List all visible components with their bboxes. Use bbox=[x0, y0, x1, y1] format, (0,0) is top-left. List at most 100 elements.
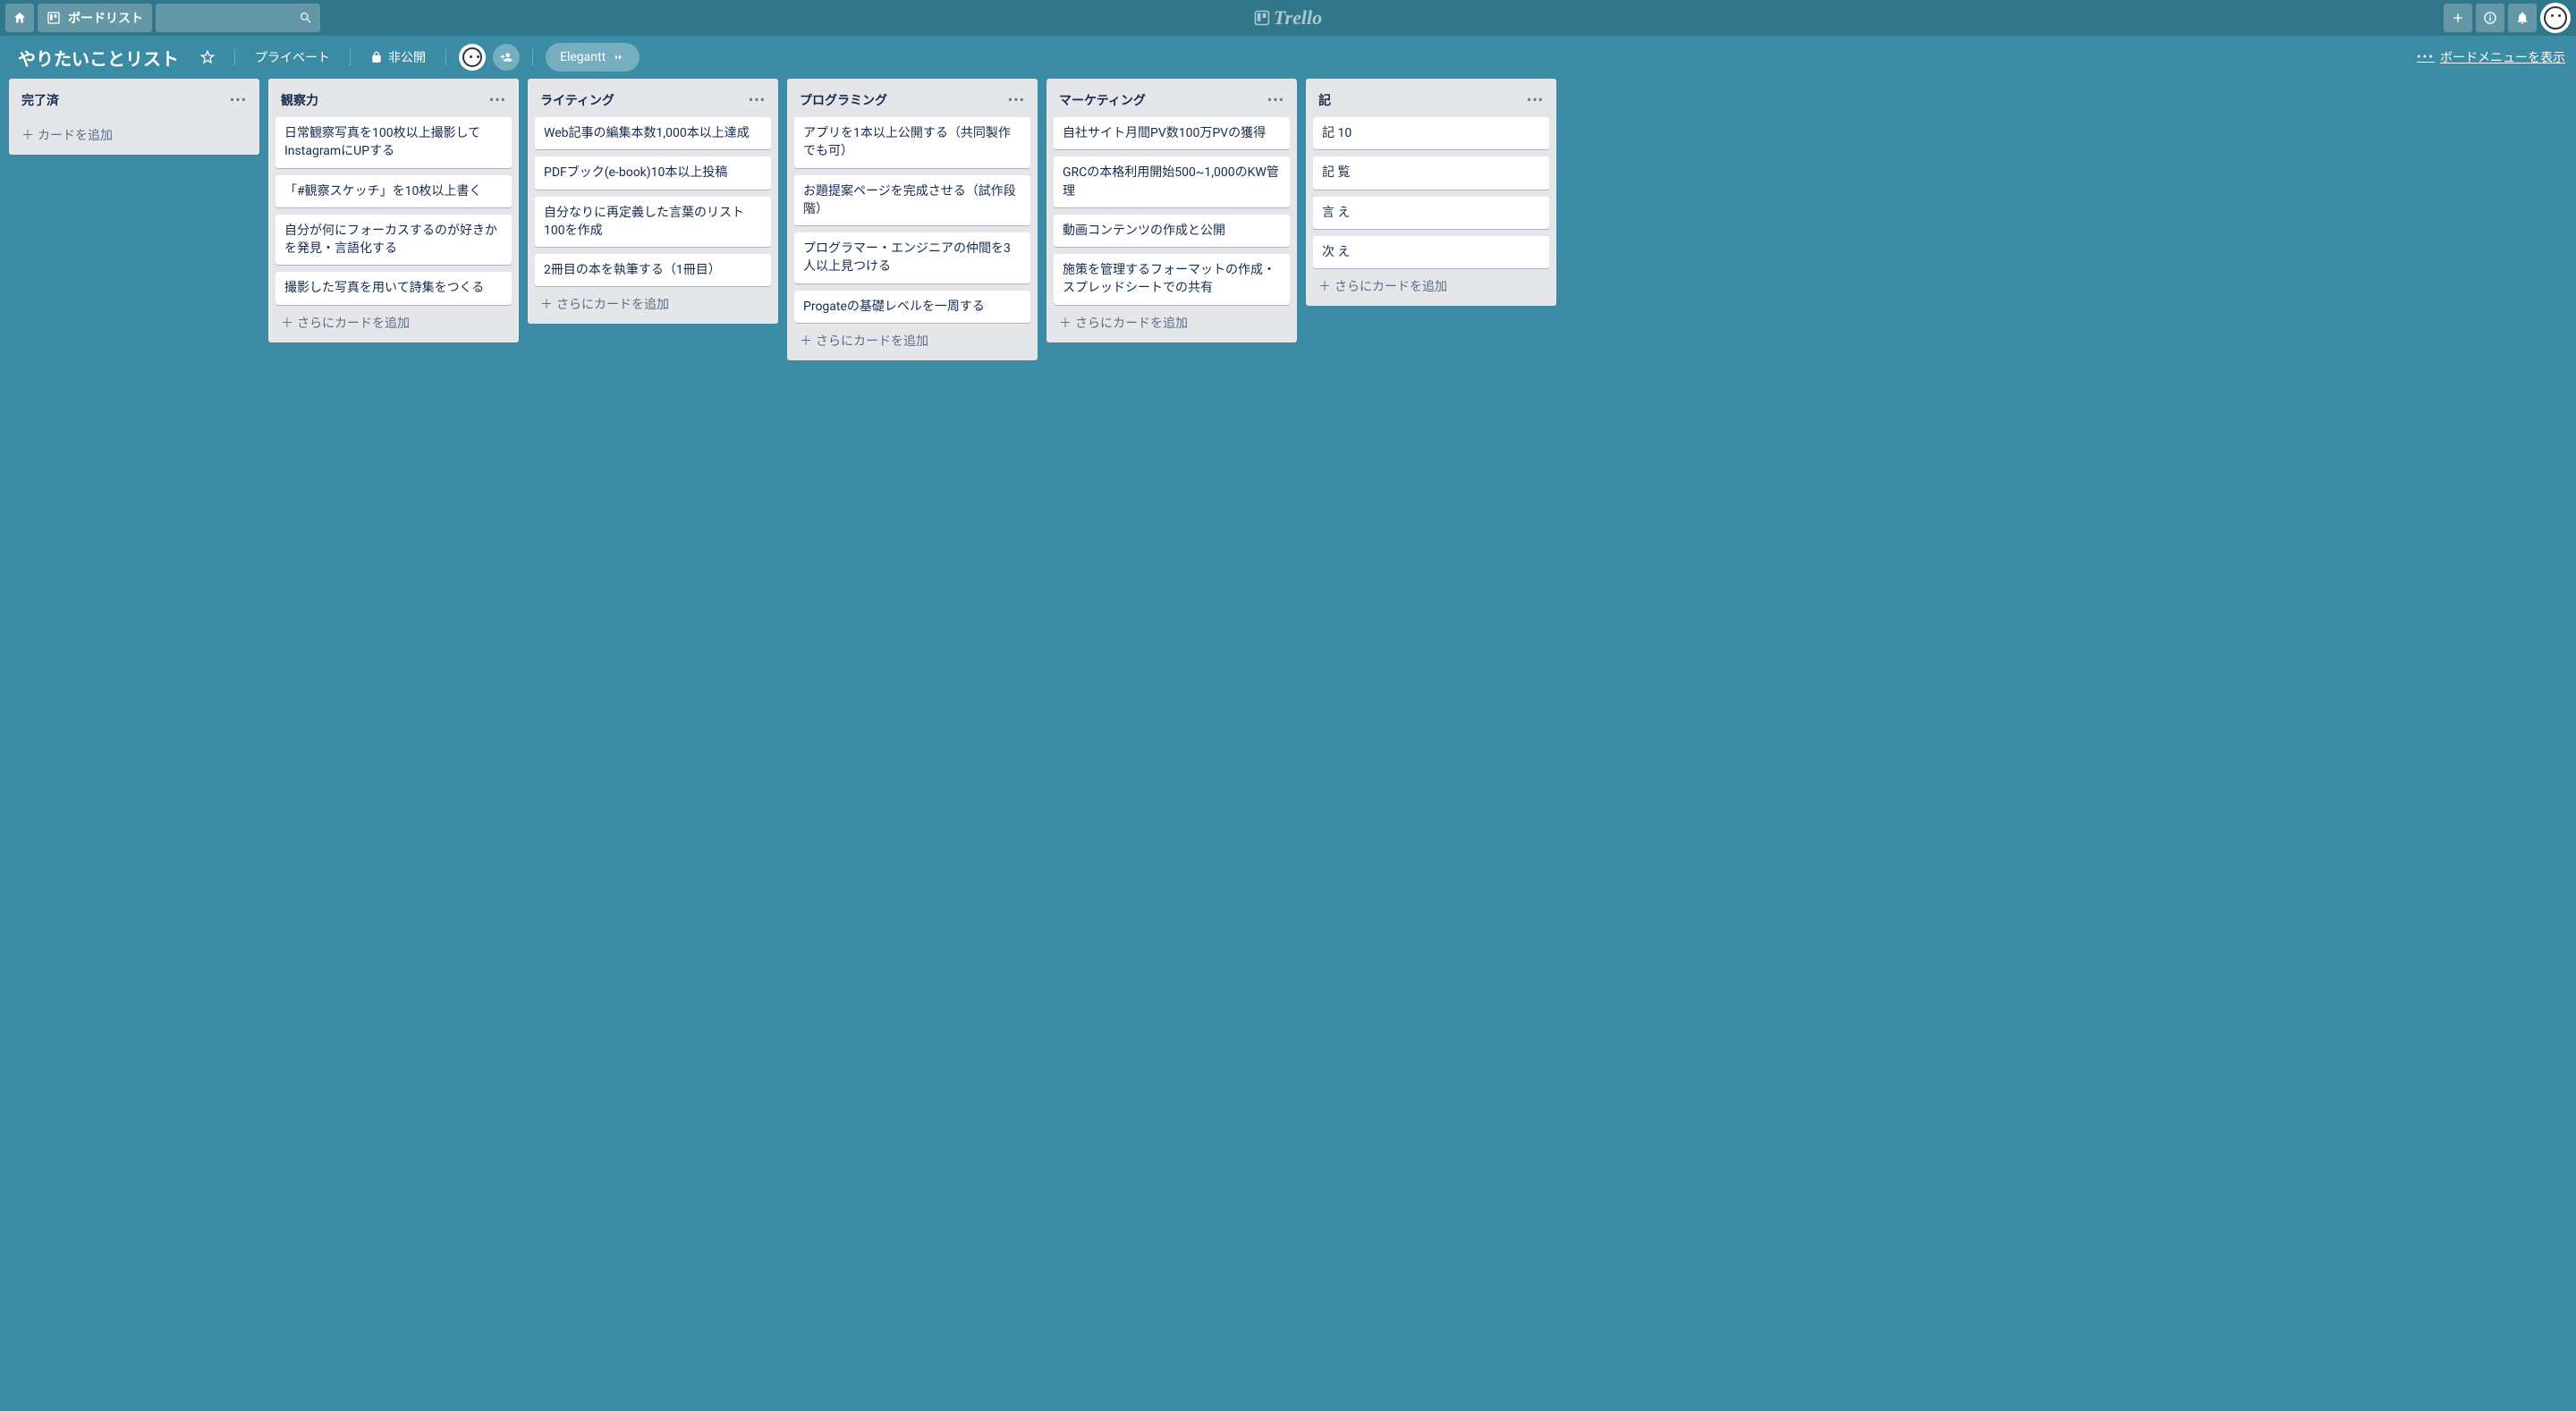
card[interactable]: 自社サイト月間PV数100万PVの獲得 bbox=[1054, 117, 1290, 149]
add-card-button[interactable]: ＋ さらにカードを追加 bbox=[268, 305, 519, 342]
boards-button[interactable]: ボードリスト bbox=[38, 4, 152, 32]
list-header: 観察力 ••• bbox=[268, 79, 519, 117]
card[interactable]: 記 覧 bbox=[1313, 156, 1549, 189]
star-button[interactable] bbox=[193, 43, 222, 72]
list-menu-button[interactable]: ••• bbox=[1264, 88, 1288, 112]
plus-icon: ＋ bbox=[1059, 314, 1072, 332]
plus-icon bbox=[2451, 11, 2465, 25]
boards-label: ボードリスト bbox=[68, 9, 143, 27]
card[interactable]: お題提案ページを完成させる（試作段階） bbox=[794, 175, 1030, 226]
add-card-button[interactable]: ＋ カードを追加 bbox=[9, 117, 259, 155]
list: 観察力 ••• 日常観察写真を100枚以上撮影してInstagramにUPする「#観… bbox=[268, 79, 519, 342]
trello-logo-icon bbox=[1254, 10, 1270, 26]
card[interactable]: 日常観察写真を100枚以上撮影してInstagramにUPする bbox=[275, 117, 512, 168]
create-button[interactable] bbox=[2444, 4, 2472, 32]
member-avatar[interactable] bbox=[459, 44, 486, 71]
add-card-button[interactable]: ＋ さらにカードを追加 bbox=[1306, 268, 1556, 306]
elegantt-button[interactable]: Elegantt bbox=[546, 43, 640, 72]
add-card-button[interactable]: ＋ さらにカードを追加 bbox=[528, 286, 778, 324]
avatar-face-icon bbox=[462, 47, 482, 67]
add-card-button[interactable]: ＋ さらにカードを追加 bbox=[787, 323, 1038, 360]
card[interactable]: PDFブック(e-book)10本以上投稿 bbox=[535, 156, 771, 189]
card[interactable]: アプリを1本以上公開する（共同製作でも可） bbox=[794, 117, 1030, 168]
list-header: ライティング ••• bbox=[528, 79, 778, 117]
search-input[interactable] bbox=[156, 4, 320, 32]
cards-container: 記 10 記 覧言 え次 え bbox=[1306, 117, 1556, 268]
card[interactable]: プログラマー・エンジニアの仲間を3人以上見つける bbox=[794, 232, 1030, 283]
cards-container: 自社サイト月間PV数100万PVの獲得 GRCの本格利用開始500~1,000のK… bbox=[1046, 117, 1297, 305]
board-canvas[interactable]: 完了済 ••• ＋ カードを追加 観察力 ••• 日常観察写真を100枚以上撮影してIns… bbox=[0, 79, 2576, 1411]
search-box[interactable] bbox=[156, 4, 320, 32]
home-button[interactable] bbox=[5, 4, 34, 32]
list-title[interactable]: ライティング bbox=[540, 91, 614, 109]
card[interactable]: Web記事の編集本数1,000本以上達成 bbox=[535, 117, 771, 149]
list: マーケティング ••• 自社サイト月間PV数100万PVの獲得 GRCの本格利用開始5… bbox=[1046, 79, 1297, 342]
card[interactable]: 撮影した写真を用いて詩集をつくる bbox=[275, 272, 512, 304]
header-left: ボードリスト bbox=[5, 4, 320, 32]
card[interactable]: GRCの本格利用開始500~1,000のKW管理 bbox=[1054, 156, 1290, 207]
show-menu-label: ボードメニューを表示 bbox=[2440, 48, 2565, 66]
chevron-double-right-icon bbox=[613, 51, 625, 63]
star-icon bbox=[200, 50, 215, 64]
divider bbox=[532, 49, 533, 65]
elegantt-label: Elegantt bbox=[560, 50, 606, 64]
list: 完了済 ••• ＋ カードを追加 bbox=[9, 79, 259, 155]
divider bbox=[445, 49, 446, 65]
plus-icon: ＋ bbox=[540, 295, 553, 313]
header-right bbox=[2444, 3, 2571, 33]
visibility-label: 非公開 bbox=[388, 48, 426, 66]
add-card-button[interactable]: ＋ さらにカードを追加 bbox=[1046, 305, 1297, 342]
cards-container: Web記事の編集本数1,000本以上達成 PDFブック(e-book)10本以上投… bbox=[528, 117, 778, 286]
plus-icon: ＋ bbox=[281, 314, 293, 332]
user-avatar[interactable] bbox=[2540, 3, 2571, 33]
card[interactable]: 自分なりに再定義した言葉のリスト100を作成 bbox=[535, 197, 771, 248]
add-card-label: カードを追加 bbox=[38, 126, 113, 144]
board-visibility[interactable]: 非公開 bbox=[363, 43, 433, 72]
list-menu-button[interactable]: ••• bbox=[1004, 88, 1029, 112]
list-title[interactable]: プログラミング bbox=[800, 91, 887, 109]
plus-icon: ＋ bbox=[800, 332, 812, 350]
card[interactable]: 自分が何にフォーカスするのが好きかを発見・言語化する bbox=[275, 215, 512, 266]
list-menu-button[interactable]: ••• bbox=[226, 88, 250, 112]
list-title[interactable]: 完了済 bbox=[21, 91, 59, 109]
list-title[interactable]: 記 bbox=[1318, 91, 1331, 109]
card[interactable]: 施策を管理するフォーマットの作成・スプレッドシートでの共有 bbox=[1054, 254, 1290, 305]
board-header: やりたいことリスト プライベート 非公開 Elegantt ••• ボードメニュ… bbox=[0, 36, 2576, 79]
divider bbox=[234, 49, 235, 65]
cards-container: アプリを1本以上公開する（共同製作でも可） お題提案ページを完成させる（試作段階）… bbox=[787, 117, 1038, 323]
card[interactable]: 次 え bbox=[1313, 236, 1549, 268]
card[interactable]: 言 え bbox=[1313, 197, 1549, 229]
add-card-label: さらにカードを追加 bbox=[816, 332, 928, 350]
team-visibility[interactable]: プライベート bbox=[248, 43, 337, 72]
list-menu-button[interactable]: ••• bbox=[1523, 88, 1547, 112]
card[interactable]: 2冊目の本を執筆する（1冊目） bbox=[535, 254, 771, 286]
card[interactable]: 「#観察スケッチ」を10枚以上書く bbox=[275, 175, 512, 207]
card[interactable]: 記 10 bbox=[1313, 117, 1549, 149]
list-header: 記 ••• bbox=[1306, 79, 1556, 117]
info-icon bbox=[2483, 11, 2497, 25]
list-title[interactable]: 観察力 bbox=[281, 91, 318, 109]
list-header: マーケティング ••• bbox=[1046, 79, 1297, 117]
info-button[interactable] bbox=[2476, 4, 2504, 32]
show-menu-button[interactable]: ••• ボードメニューを表示 bbox=[2417, 48, 2565, 66]
list: プログラミング ••• アプリを1本以上公開する（共同製作でも可） お題提案ページを完… bbox=[787, 79, 1038, 360]
list-menu-button[interactable]: ••• bbox=[486, 88, 510, 112]
add-member-icon bbox=[500, 51, 513, 63]
add-member-button[interactable] bbox=[493, 44, 520, 71]
list-header: プログラミング ••• bbox=[787, 79, 1038, 117]
list-menu-button[interactable]: ••• bbox=[745, 88, 769, 112]
add-card-label: さらにカードを追加 bbox=[556, 295, 669, 313]
list-title[interactable]: マーケティング bbox=[1059, 91, 1146, 109]
notifications-button[interactable] bbox=[2508, 4, 2537, 32]
cards-container: 日常観察写真を100枚以上撮影してInstagramにUPする「#観察スケッチ」… bbox=[268, 117, 519, 305]
add-card-label: さらにカードを追加 bbox=[1075, 314, 1188, 332]
trello-logo[interactable]: Trello bbox=[1254, 6, 1322, 30]
trello-logo-text: Trello bbox=[1274, 6, 1322, 30]
card[interactable]: 動画コンテンツの作成と公開 bbox=[1054, 215, 1290, 247]
add-card-label: さらにカードを追加 bbox=[297, 314, 410, 332]
search-icon bbox=[299, 11, 313, 25]
board-name[interactable]: やりたいことリスト bbox=[11, 45, 186, 71]
avatar-face-icon bbox=[2544, 6, 2567, 30]
divider bbox=[350, 49, 351, 65]
card[interactable]: Progateの基礎レベルを一周する bbox=[794, 291, 1030, 323]
